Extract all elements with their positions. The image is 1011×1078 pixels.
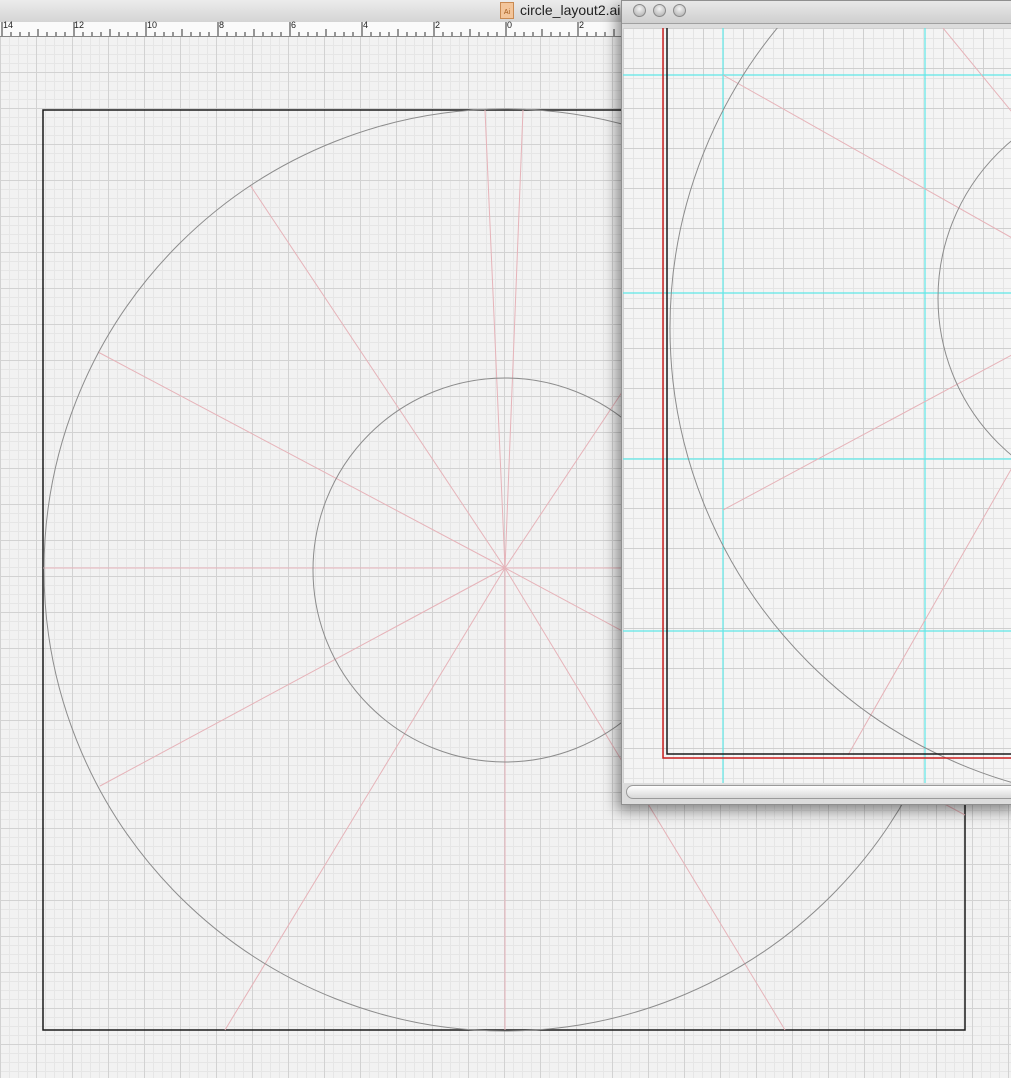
zoomed-guide-ray-b (722, 354, 1011, 511)
ruler-label-4: 4 (363, 20, 369, 30)
ruler-label-6: 6 (291, 20, 297, 30)
ruler-label-2: 2 (435, 20, 441, 30)
second-window-canvas[interactable] (623, 28, 1011, 783)
close-button[interactable] (633, 4, 646, 17)
guide-ray-top-left (484, 109, 506, 569)
zoomed-guide-ray-a (722, 74, 1011, 238)
second-window-titlebar[interactable] (622, 1, 1011, 24)
illustrator-file-icon: Ai (500, 2, 514, 19)
artboard-edge (666, 28, 1011, 755)
guide-ray-upper-left (249, 184, 506, 569)
ruler-label-8: 8 (219, 20, 225, 30)
ruler-label-10: 10 (147, 20, 158, 30)
ruler-label-2-right: 2 (579, 20, 585, 30)
ruler-label-12: 12 (74, 20, 85, 30)
horizontal-scrollbar[interactable] (626, 785, 1011, 799)
zoomed-guide-ray-c (847, 468, 1011, 756)
zoom-button[interactable] (673, 4, 686, 17)
second-document-window[interactable] (621, 0, 1011, 805)
zoomed-pink-guides (722, 28, 1011, 756)
ruler-label-0: 0 (507, 20, 513, 30)
cyan-guides (623, 28, 1011, 783)
guide-ray-top-right (504, 109, 524, 569)
zoomed-artboard-drawing[interactable] (623, 28, 1011, 783)
zoomed-artboard-edges (662, 28, 1011, 759)
zoomed-inner-circle[interactable] (937, 93, 1011, 503)
window-title: circle_layout2.ai (520, 2, 621, 18)
bleed-edge (662, 28, 1011, 759)
ruler-label-14: 14 (3, 20, 14, 30)
guide-ray-bottom-left (224, 567, 506, 1031)
file-icon-label: Ai (503, 9, 511, 16)
guide-ray-lower-left (99, 567, 506, 787)
minimize-button[interactable] (653, 4, 666, 17)
guide-ray-left (97, 351, 506, 569)
